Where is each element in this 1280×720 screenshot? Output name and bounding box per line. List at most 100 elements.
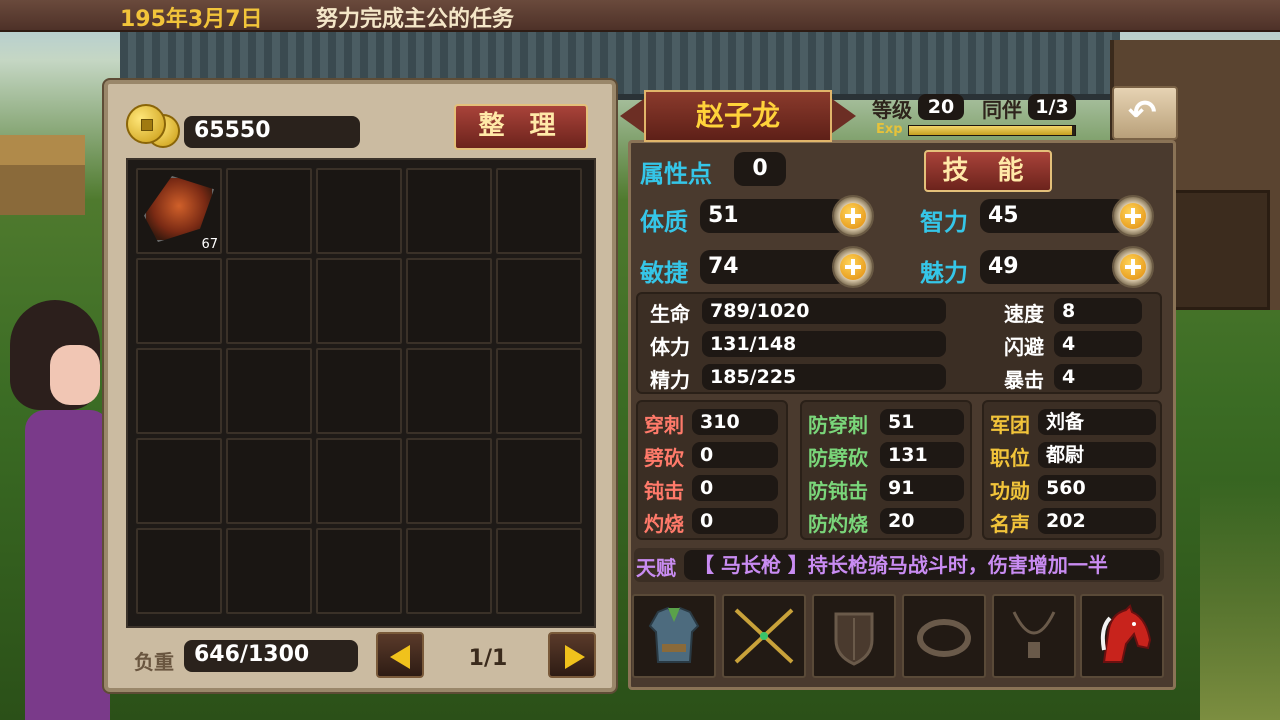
defense-value: 91 — [880, 475, 964, 501]
exp-fill — [909, 126, 1072, 135]
inventory-slot[interactable] — [316, 258, 402, 344]
weapon-icon — [734, 608, 794, 664]
equip-slot-ring[interactable] — [902, 594, 986, 678]
talent-box: 天赋 【 马长枪 】持长枪骑马战斗时，伤害增加一半 — [634, 548, 1164, 582]
character-name-banner: 赵子龙 — [620, 86, 856, 146]
arrow-left-icon — [390, 645, 410, 669]
inventory-slot[interactable] — [136, 438, 222, 524]
shield-icon — [834, 612, 874, 666]
prev-page-button[interactable] — [376, 632, 424, 678]
inventory-slot[interactable]: 67 — [136, 168, 222, 254]
inventory-slot[interactable] — [316, 438, 402, 524]
item-quantity: 67 — [201, 237, 218, 252]
hut-scenery — [0, 135, 85, 215]
level-value: 20 — [918, 94, 964, 120]
spirit-label: 精力 — [650, 368, 690, 392]
inventory-slot[interactable] — [496, 438, 582, 524]
offense-value: 0 — [692, 475, 778, 501]
offense-label: 劈砍 — [644, 446, 684, 470]
hp-value: 789/1020 — [702, 298, 946, 324]
weight-label: 负重 — [134, 650, 174, 674]
inventory-slot[interactable] — [406, 258, 492, 344]
offense-label: 穿刺 — [644, 413, 684, 437]
inventory-slot[interactable] — [316, 348, 402, 434]
add-charm-button[interactable] — [1112, 246, 1154, 288]
armor-icon — [648, 606, 700, 663]
back-arrow-icon: ↶ — [1128, 93, 1157, 133]
inventory-slot[interactable] — [496, 348, 582, 434]
info-label: 名声 — [990, 512, 1030, 536]
inventory-grid: 67 — [126, 158, 596, 628]
inventory-slot[interactable] — [136, 348, 222, 434]
defense-value: 20 — [880, 508, 964, 534]
stamina-value: 131/148 — [702, 331, 946, 357]
skill-button[interactable]: 技 能 — [924, 150, 1052, 192]
inventory-slot[interactable] — [136, 528, 222, 614]
attribute-points-label: 属性点 — [640, 160, 712, 188]
crit-value: 4 — [1054, 364, 1142, 390]
inventory-slot[interactable] — [496, 168, 582, 254]
equip-slot-armor[interactable] — [632, 594, 716, 678]
back-button[interactable]: ↶ — [1112, 86, 1178, 140]
horse-icon — [1100, 604, 1152, 663]
dodge-label: 闪避 — [1004, 335, 1044, 359]
constitution-value: 51 — [700, 199, 846, 233]
info-label: 军团 — [990, 413, 1030, 437]
top-bar: 195年3月7日 努力完成主公的任务 — [0, 0, 1280, 32]
offense-value: 0 — [692, 508, 778, 534]
agility-label: 敏捷 — [640, 259, 688, 287]
inventory-slot[interactable] — [226, 168, 312, 254]
level-bar: 等级 20 同伴 1/3 Exp — [866, 92, 1086, 142]
info-value: 都尉 — [1038, 442, 1156, 468]
inventory-slot[interactable] — [496, 258, 582, 344]
add-agility-button[interactable] — [832, 246, 874, 288]
grass-scenery — [1200, 480, 1280, 720]
charm-value: 49 — [980, 250, 1126, 284]
inventory-slot[interactable] — [406, 528, 492, 614]
defense-label: 防灼烧 — [808, 512, 868, 536]
ore-item-icon[interactable] — [144, 176, 214, 242]
inventory-slot[interactable] — [226, 528, 312, 614]
arrow-right-icon — [565, 645, 585, 669]
info-value: 560 — [1038, 475, 1156, 501]
inventory-slot[interactable] — [316, 168, 402, 254]
add-intelligence-button[interactable] — [1112, 195, 1154, 237]
defense-value: 51 — [880, 409, 964, 435]
exp-bar — [908, 125, 1076, 136]
next-page-button[interactable] — [548, 632, 596, 678]
inventory-slot[interactable] — [136, 258, 222, 344]
inventory-slot[interactable] — [226, 258, 312, 344]
hp-label: 生命 — [650, 302, 690, 326]
equip-slot-mount[interactable] — [1080, 594, 1164, 678]
info-label: 功勋 — [990, 479, 1030, 503]
necklace-icon — [1012, 611, 1056, 658]
weight-value: 646/1300 — [184, 640, 358, 672]
sort-button[interactable]: 整 理 — [454, 104, 588, 150]
inventory-slot[interactable] — [406, 348, 492, 434]
inventory-slot[interactable] — [406, 168, 492, 254]
inventory-slot[interactable] — [226, 348, 312, 434]
info-value: 刘备 — [1038, 409, 1156, 435]
game-date: 195年3月7日 — [120, 7, 263, 32]
inventory-slot[interactable] — [496, 528, 582, 614]
inventory-slot[interactable] — [406, 438, 492, 524]
inventory-slot[interactable] — [226, 438, 312, 524]
info-value: 202 — [1038, 508, 1156, 534]
gold-coin-icon — [122, 96, 184, 148]
defense-label: 防劈砍 — [808, 446, 868, 470]
attribute-points-value: 0 — [734, 152, 786, 186]
level-label: 等级 — [872, 98, 912, 122]
equip-slot-necklace[interactable] — [992, 594, 1076, 678]
inventory-slot[interactable] — [316, 528, 402, 614]
equip-slot-weapon[interactable] — [722, 594, 806, 678]
spirit-value: 185/225 — [702, 364, 946, 390]
add-constitution-button[interactable] — [832, 195, 874, 237]
agility-value: 74 — [700, 250, 846, 284]
npc-character[interactable] — [0, 300, 110, 720]
offense-value: 310 — [692, 409, 778, 435]
stamina-label: 体力 — [650, 335, 690, 359]
offense-label: 灼烧 — [644, 512, 684, 536]
page-number: 1/1 — [468, 646, 508, 671]
equip-slot-shield[interactable] — [812, 594, 896, 678]
task-text[interactable]: 努力完成主公的任务 — [316, 1, 514, 33]
